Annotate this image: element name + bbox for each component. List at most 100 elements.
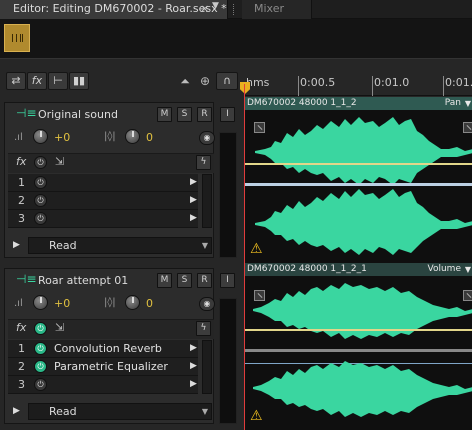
volume-value[interactable]: +0: [54, 131, 70, 144]
track-level-meter: [219, 298, 237, 424]
clip-menu-icon[interactable]: ▼: [465, 97, 471, 110]
fx-slot-arrow-icon[interactable]: ▶: [190, 195, 197, 205]
fx-slot-power-icon[interactable]: ⏻: [34, 360, 47, 373]
fx-slot-power-icon[interactable]: ⏻: [34, 194, 47, 207]
metronome-icon[interactable]: ⏶: [176, 72, 194, 90]
fx-scrollbar[interactable]: [202, 340, 212, 394]
fx-prepost-icon[interactable]: ⇲: [55, 321, 64, 334]
fx-rack-power-icon[interactable]: ⏻: [34, 156, 47, 169]
waveform-channel-right: [253, 361, 472, 417]
waveform-channel-right: [255, 189, 472, 255]
fx-slot-number: 3: [18, 212, 25, 225]
automation-mode-value: Read: [49, 405, 77, 418]
pan-value[interactable]: 0: [146, 297, 153, 310]
playhead[interactable]: [244, 84, 245, 430]
ruler-label-1-0: 0:01.0: [374, 76, 410, 89]
audio-clip-2[interactable]: DM670002 48000 1_1_2_1 Volume ▼ ⚠: [244, 263, 472, 430]
volume-knob[interactable]: [33, 129, 48, 144]
ruler-label-0-5: 0:00.5: [300, 76, 336, 89]
audio-track-icon: ⊣≡: [16, 272, 37, 286]
eq-toggle-icon[interactable]: ▮▮: [69, 72, 89, 90]
mute-button[interactable]: M: [157, 107, 172, 122]
clip-name: DM670002 48000 1_1_2_1: [247, 264, 367, 274]
pan-icon: |◊|: [104, 297, 116, 308]
audio-track-icon: ⊣≡: [16, 106, 37, 120]
tab-editor[interactable]: Editor: Editing DM670002 - Roar.sesx *: [0, 0, 228, 19]
record-arm-button[interactable]: R: [197, 107, 212, 122]
automation-mode-select[interactable]: Read: [28, 237, 212, 254]
automation-mode-select[interactable]: Read: [28, 403, 212, 420]
time-ruler[interactable]: [244, 70, 472, 96]
fx-slot-number: 3: [18, 378, 25, 391]
automation-expand-icon[interactable]: ▶: [13, 406, 20, 416]
sends-toggle-icon[interactable]: ⊢: [48, 72, 68, 90]
pan-knob[interactable]: [125, 295, 140, 310]
volume-value[interactable]: +0: [54, 297, 70, 310]
fx-slot-power-icon[interactable]: ⏻: [34, 176, 47, 189]
overview-zoom-thumb[interactable]: [4, 24, 30, 52]
fx-slot-power-icon[interactable]: ⏻: [34, 212, 47, 225]
fx-slot-power-icon[interactable]: ⏻: [34, 342, 47, 355]
headphones-icon[interactable]: ∩: [216, 72, 238, 90]
fx-lightning-icon[interactable]: ϟ: [196, 155, 211, 170]
clip-envelope-mode[interactable]: Pan: [445, 97, 461, 110]
volume-icon: .ıl: [14, 298, 23, 309]
fx-slot-number: 2: [18, 360, 25, 373]
clip-waveform: [245, 283, 472, 417]
session-overview[interactable]: [0, 19, 472, 59]
phase-icon[interactable]: ◉: [199, 131, 215, 145]
clip-waveform: [245, 117, 472, 255]
record-arm-button[interactable]: R: [197, 273, 212, 288]
pan-knob[interactable]: [125, 129, 140, 144]
channel-separator: [245, 349, 472, 352]
tab-grip-icon[interactable]: [233, 4, 236, 15]
volume-knob[interactable]: [33, 295, 48, 310]
fx-slot-number: 2: [18, 194, 25, 207]
tab-close-icon[interactable]: ×: [200, 2, 210, 15]
envelope-line: [245, 329, 472, 331]
tab-menu-icon[interactable]: ▼: [212, 1, 219, 11]
clip-menu-icon[interactable]: ▼: [465, 263, 471, 276]
clip-header[interactable]: DM670002 48000 1_1_2_1 Volume ▼: [245, 263, 472, 276]
pan-value[interactable]: 0: [146, 131, 153, 144]
track-name[interactable]: Roar attempt 01: [38, 274, 128, 287]
monitor-icon[interactable]: ⊕: [196, 72, 214, 90]
volume-icon: .ıl: [14, 132, 23, 143]
clip-warning-icon[interactable]: ⚠: [250, 409, 266, 423]
io-toggle-icon[interactable]: ⇄: [6, 72, 26, 90]
solo-button[interactable]: S: [177, 107, 192, 122]
automation-expand-icon[interactable]: ▶: [13, 240, 20, 250]
tab-mixer-label: Mixer: [254, 2, 285, 15]
fx-scrollbar[interactable]: [202, 174, 212, 228]
fx-label: fx: [16, 155, 27, 168]
fx-slot-arrow-icon[interactable]: ▶: [190, 361, 197, 371]
channel-separator: [245, 183, 472, 186]
solo-button[interactable]: S: [177, 273, 192, 288]
fx-slot-arrow-icon[interactable]: ▶: [190, 379, 197, 389]
ruler-tick: [372, 76, 373, 96]
fx-slot-power-icon[interactable]: ⏻: [34, 378, 47, 391]
fx-slot-arrow-icon[interactable]: ▶: [190, 343, 197, 353]
track-level-meter: [219, 132, 237, 258]
clip-header[interactable]: DM670002 48000 1_1_2 Pan ▼: [245, 97, 472, 110]
fx-lightning-icon[interactable]: ϟ: [196, 321, 211, 336]
fx-slot-arrow-icon[interactable]: ▶: [190, 213, 197, 223]
fx-prepost-icon[interactable]: ⇲: [55, 155, 64, 168]
fx-slot-name: Convolution Reverb: [54, 342, 162, 355]
envelope-line: [245, 163, 472, 165]
fx-rack-power-icon[interactable]: ⏻: [34, 322, 47, 335]
fx-toggle-button[interactable]: fx: [27, 72, 47, 90]
audio-clip-1[interactable]: DM670002 48000 1_1_2 Pan ▼ ⚠: [244, 97, 472, 263]
tab-mixer[interactable]: Mixer: [242, 0, 312, 19]
input-monitor-button[interactable]: I: [220, 273, 235, 288]
mute-button[interactable]: M: [157, 273, 172, 288]
tab-editor-label: Editor: Editing DM670002 - Roar.sesx *: [13, 2, 227, 15]
fx-slot-arrow-icon[interactable]: ▶: [190, 177, 197, 187]
clip-warning-icon[interactable]: ⚠: [250, 242, 266, 256]
track-name[interactable]: Original sound: [38, 108, 118, 121]
clip-envelope-mode[interactable]: Volume: [428, 263, 461, 276]
phase-icon[interactable]: ◉: [199, 297, 215, 311]
pan-icon: |◊|: [104, 131, 116, 142]
input-monitor-button[interactable]: I: [220, 107, 235, 122]
waveform-channel-left: [255, 117, 472, 185]
